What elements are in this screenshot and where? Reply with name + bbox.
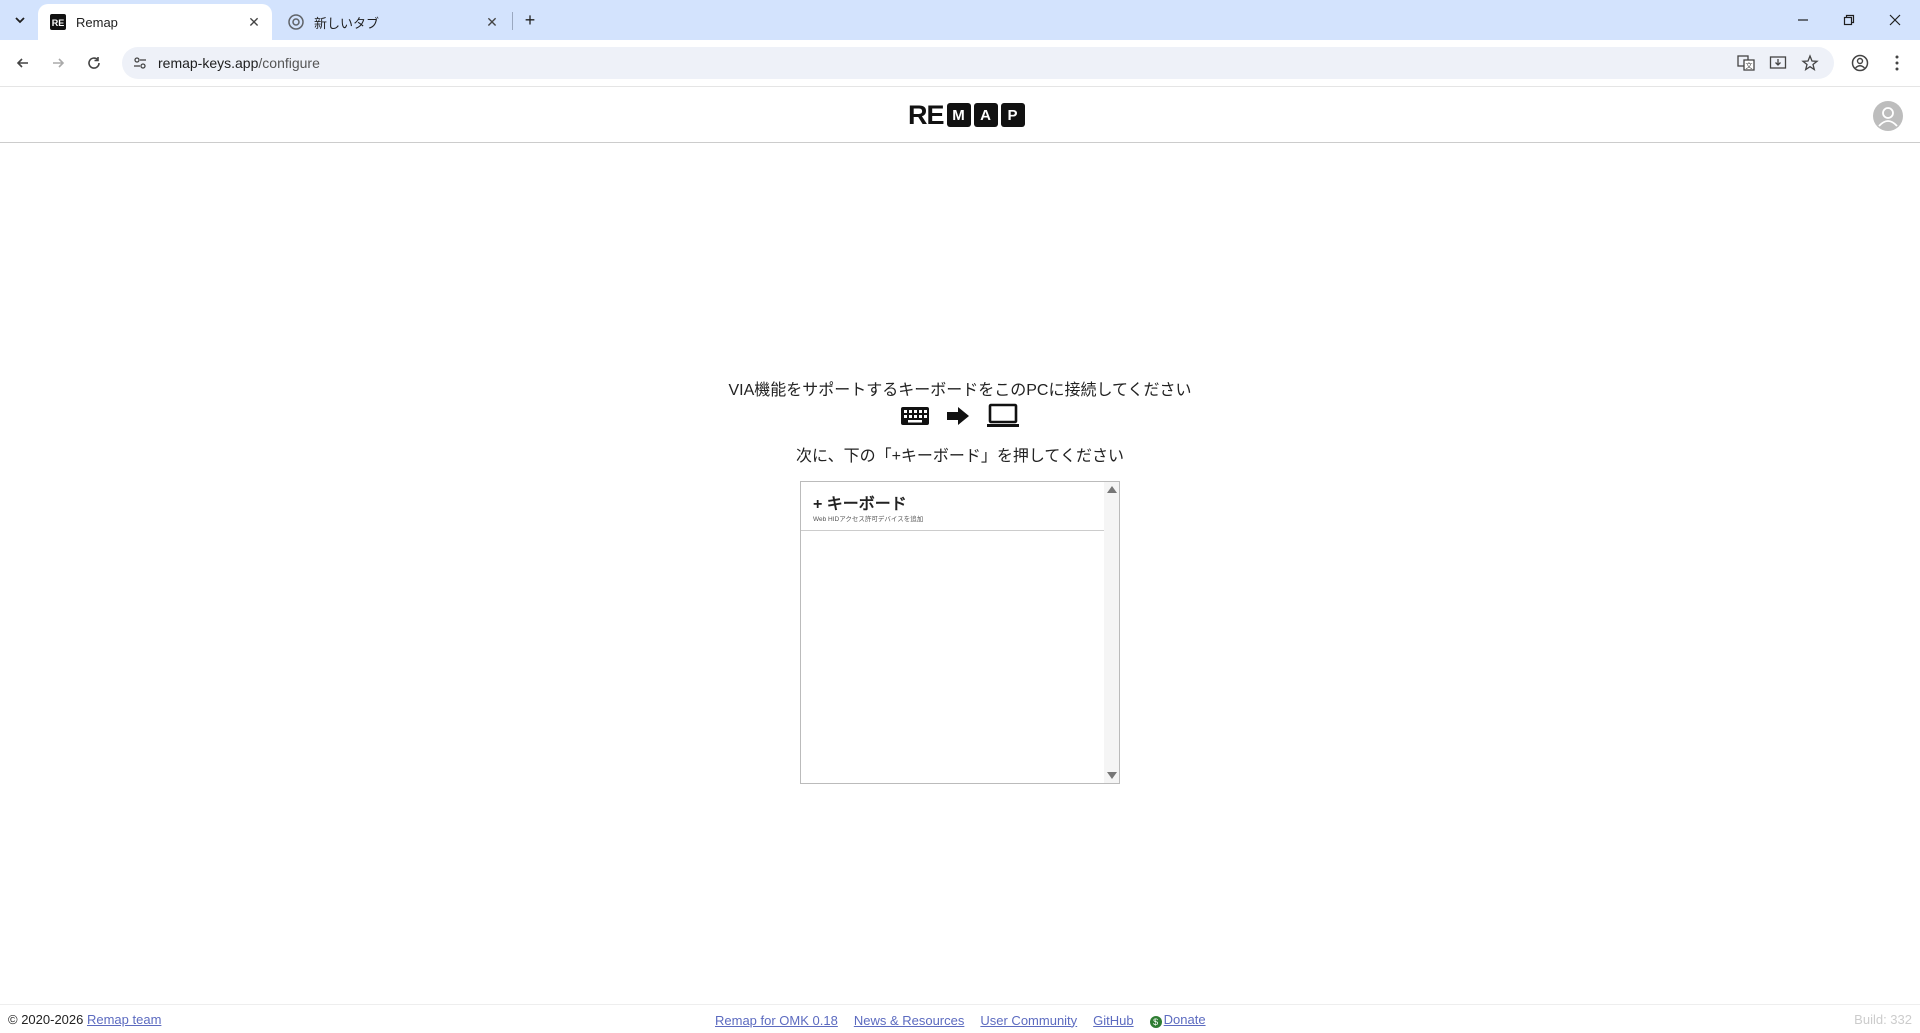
connect-instruction: VIA機能をサポートするキーボードをこのPCに接続してください <box>728 382 1192 399</box>
user-avatar-icon[interactable] <box>1873 101 1903 131</box>
remap-logo[interactable]: RE M A P <box>908 100 1025 130</box>
copyright: © 2020-2026 Remap team <box>8 1012 161 1027</box>
app-header: RE M A P <box>0 87 1920 143</box>
url-text: remap-keys.app/configure <box>158 55 320 71</box>
footer-link-community[interactable]: User Community <box>980 1013 1077 1028</box>
site-info-icon[interactable] <box>130 53 150 73</box>
press-instruction: 次に、下の「+キーボード」を押してください <box>796 448 1124 465</box>
back-arrow-icon[interactable] <box>9 49 37 77</box>
profile-icon[interactable] <box>1848 51 1872 75</box>
footer-link-news[interactable]: News & Resources <box>854 1013 965 1028</box>
laptop-icon <box>986 403 1020 434</box>
bookmark-star-icon[interactable] <box>1798 51 1822 75</box>
logo-box-a: A <box>973 103 998 127</box>
browser-toolbar: remap-keys.app/configure 文 <box>0 40 1920 87</box>
new-tab-plus-icon[interactable]: + <box>518 8 542 32</box>
svg-text:文: 文 <box>1746 61 1753 70</box>
remap-team-link[interactable]: Remap team <box>87 1012 161 1027</box>
tab-separator <box>512 12 513 30</box>
tab-new-tab[interactable]: 新しいタブ ✕ <box>276 4 510 40</box>
chrome-icon <box>288 14 304 30</box>
translate-icon[interactable]: 文 <box>1734 51 1758 75</box>
minimize-icon[interactable] <box>1780 0 1826 40</box>
tab-close-icon[interactable]: ✕ <box>244 12 264 32</box>
tab-title: Remap <box>76 14 118 30</box>
logo-prefix: RE <box>908 100 945 130</box>
add-keyboard-button[interactable]: + キーボード Web HIDアクセス許可デバイスを追加 <box>801 482 1104 531</box>
forward-arrow-icon[interactable] <box>44 49 72 77</box>
footer-links: Remap for OMK 0.18 News & Resources User… <box>715 1012 1206 1028</box>
url-host: remap-keys.app <box>158 55 259 71</box>
copyright-text: © 2020-2026 <box>8 1012 84 1027</box>
tab-remap[interactable]: RE Remap ✕ <box>38 4 272 40</box>
logo-box-p: P <box>1000 103 1025 127</box>
arrow-right-icon <box>946 405 970 432</box>
scroll-up-arrow-icon[interactable] <box>1107 486 1117 493</box>
connect-illustration <box>900 403 1020 433</box>
logo-box-m: M <box>946 103 971 127</box>
footer: © 2020-2026 Remap team Remap for OMK 0.1… <box>0 1004 1920 1033</box>
build-number: Build: 332 <box>1854 1012 1912 1027</box>
list-scrollbar[interactable] <box>1104 482 1119 783</box>
donate-link[interactable]: Donate <box>1164 1012 1206 1027</box>
close-window-icon[interactable] <box>1872 0 1918 40</box>
keyboard-icon <box>900 405 930 432</box>
address-bar[interactable]: remap-keys.app/configure 文 <box>122 47 1834 79</box>
footer-link-omk[interactable]: Remap for OMK 0.18 <box>715 1013 838 1028</box>
tab-title: 新しいタブ <box>314 15 380 31</box>
keyboard-list: + キーボード Web HIDアクセス許可デバイスを追加 <box>800 481 1120 784</box>
install-app-icon[interactable] <box>1766 51 1790 75</box>
menu-kebab-icon[interactable] <box>1885 51 1909 75</box>
url-path: /configure <box>258 55 320 71</box>
tab-search-chevron-icon[interactable] <box>6 8 34 32</box>
add-keyboard-sublabel: Web HIDアクセス許可デバイスを追加 <box>813 516 924 523</box>
tab-close-icon[interactable]: ✕ <box>482 12 502 32</box>
remap-favicon-icon: RE <box>50 14 66 30</box>
restore-icon[interactable] <box>1826 0 1872 40</box>
scroll-down-arrow-icon[interactable] <box>1107 772 1117 779</box>
footer-link-github[interactable]: GitHub <box>1093 1013 1133 1028</box>
donate-dollar-icon: $ <box>1149 1016 1162 1028</box>
svg-text:RE: RE <box>52 18 65 28</box>
reload-icon[interactable] <box>80 49 108 77</box>
donate-link-wrapper[interactable]: $ Donate <box>1149 1012 1206 1028</box>
browser-tabstrip: RE Remap ✕ 新しいタブ ✕ + <box>0 0 1920 40</box>
add-keyboard-label: + キーボード <box>813 496 907 513</box>
